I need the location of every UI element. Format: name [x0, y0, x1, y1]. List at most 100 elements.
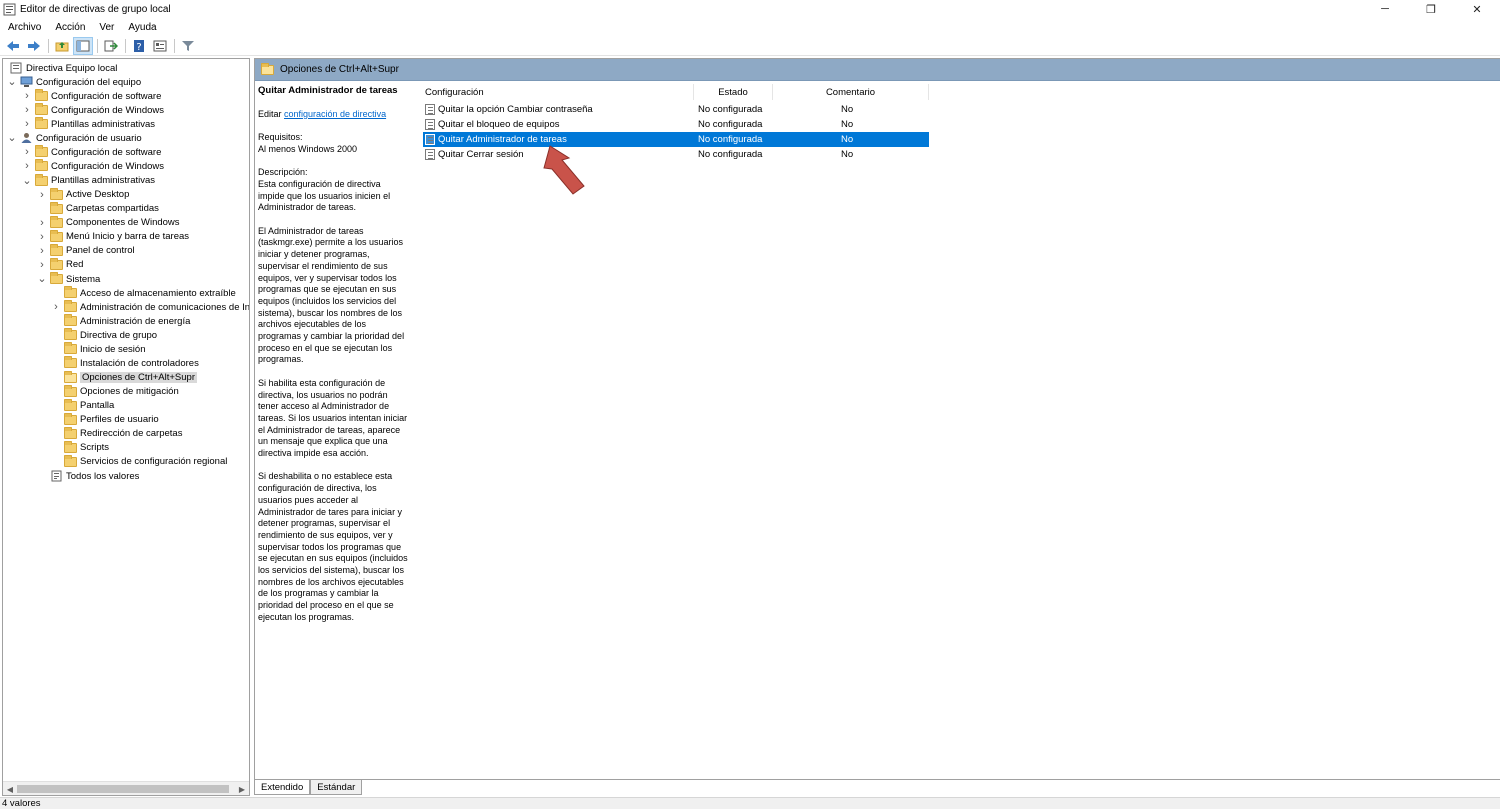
tree-item[interactable]: › Componentes de Windows — [37, 215, 180, 230]
tree-item[interactable]: ⌄ Configuración de usuario — [7, 131, 142, 145]
tree-item[interactable]: › Active Desktop — [37, 187, 129, 202]
tree-item[interactable]: ⌄ Configuración del equipo — [7, 75, 141, 89]
tree-item[interactable]: › Administración de comunicaciones de In — [51, 300, 249, 314]
chevron-right-icon[interactable]: › — [22, 89, 32, 103]
column-header-comentario[interactable]: Comentario — [773, 84, 928, 100]
tree-item[interactable]: › Red — [37, 257, 83, 272]
tree-item[interactable]: Servicios de configuración regional — [51, 454, 227, 469]
tree-item[interactable]: Directiva de grupo — [51, 328, 157, 342]
menu-ver[interactable]: Ver — [91, 22, 120, 33]
scroll-left-icon[interactable]: ◀ — [4, 783, 16, 795]
menu-accion[interactable]: Acción — [47, 22, 91, 33]
tree-item[interactable]: Instalación de controladores — [51, 356, 199, 370]
help-button[interactable]: ? — [129, 37, 149, 55]
menu-ayuda[interactable]: Ayuda — [120, 22, 162, 33]
scrollbar-thumb[interactable] — [17, 785, 229, 793]
tree-item[interactable]: Perfiles de usuario — [51, 412, 159, 427]
tree-item-label: Plantillas administrativas — [51, 118, 156, 130]
chevron-right-icon[interactable]: › — [37, 230, 47, 244]
chevron-right-icon[interactable]: › — [37, 216, 47, 230]
gpedit-icon — [2, 2, 16, 16]
tree-item[interactable]: Opciones de Ctrl+Alt+Supr — [51, 370, 198, 385]
chevron-right-icon[interactable]: › — [37, 244, 47, 258]
chevron-right-icon[interactable]: › — [22, 145, 32, 159]
properties-button[interactable] — [150, 37, 170, 55]
minimize-button[interactable]: ─ — [1362, 0, 1408, 18]
tree-item[interactable]: Scripts — [51, 440, 109, 455]
scroll-right-icon[interactable]: ▶ — [236, 783, 248, 795]
column-divider[interactable] — [928, 84, 929, 100]
tab-estandar[interactable]: Estándar — [310, 780, 363, 795]
tree-item[interactable]: › Configuración de software — [22, 145, 161, 159]
tree-item[interactable]: Inicio de sesión — [51, 342, 145, 356]
toolbar: ? — [0, 36, 1500, 56]
tree-item[interactable]: ⌄ Plantillas administrativas — [22, 173, 155, 188]
chevron-down-icon[interactable]: ⌄ — [22, 174, 32, 188]
policy-row[interactable]: Quitar el bloqueo de equipos No configura… — [423, 117, 929, 132]
folder-icon — [63, 328, 77, 341]
policy-name: Quitar el bloqueo de equipos — [438, 119, 560, 130]
chevron-right-icon[interactable]: › — [22, 117, 32, 131]
folder-header-title: Opciones de Ctrl+Alt+Supr — [280, 64, 399, 75]
chevron-right-icon[interactable]: › — [22, 159, 32, 173]
folder-icon — [34, 117, 48, 130]
tree-item-label: Opciones de mitigación — [80, 386, 179, 398]
tree-item[interactable]: Redirección de carpetas — [51, 426, 183, 441]
tab-extendido[interactable]: Extendido — [254, 780, 311, 795]
filter-button[interactable] — [178, 37, 198, 55]
edit-policy-link[interactable]: configuración de directiva — [284, 109, 386, 119]
folder-open-icon — [261, 62, 274, 75]
tree-item-label: Acceso de almacenamiento extraíble — [80, 287, 236, 299]
tree-item-label: Perfiles de usuario — [80, 414, 159, 426]
show-hide-tree-button[interactable] — [73, 36, 93, 55]
chevron-down-icon[interactable]: ⌄ — [7, 131, 17, 145]
tree-item[interactable]: › Configuración de Windows — [22, 103, 164, 117]
policy-row[interactable]: Quitar Cerrar sesión No configurada No — [423, 147, 929, 162]
tree-item[interactable]: Administración de energía — [51, 314, 190, 328]
menu-bar: Archivo Acción Ver Ayuda — [0, 18, 1500, 36]
chevron-right-icon[interactable]: › — [37, 188, 47, 202]
tree-item[interactable]: Todos los valores — [37, 469, 139, 483]
tree-item[interactable]: Opciones de mitigación — [51, 384, 179, 399]
console-tree[interactable]: Directiva Equipo local ⌄ Configuración del… — [2, 58, 250, 796]
chevron-right-icon[interactable]: › — [51, 300, 61, 314]
export-list-button[interactable] — [101, 37, 121, 55]
tree-horizontal-scrollbar[interactable]: ◀ ▶ — [3, 781, 249, 795]
chevron-right-icon[interactable]: › — [22, 103, 32, 117]
tree-item[interactable]: ⌄ Sistema — [37, 272, 100, 286]
tree-item-label: Redirección de carpetas — [80, 428, 183, 440]
up-folder-button[interactable] — [52, 37, 72, 55]
chevron-down-icon[interactable]: ⌄ — [37, 272, 47, 286]
restore-button[interactable]: ❐ — [1408, 0, 1454, 18]
folder-icon — [63, 440, 77, 454]
tree-item[interactable]: Pantalla — [51, 398, 114, 413]
tree-item[interactable]: Directiva Equipo local — [7, 61, 117, 75]
tree-item-label: Instalación de controladores — [80, 357, 199, 369]
folder-icon — [63, 356, 77, 369]
up-folder-icon — [55, 41, 69, 51]
column-header-configuracion[interactable]: Configuración — [425, 84, 691, 100]
title-bar: Editor de directivas de grupo local ─ ❐ … — [0, 0, 1500, 18]
tree-item[interactable]: › Panel de control — [37, 243, 135, 258]
policy-row[interactable]: Quitar la opción Cambiar contraseña No co… — [423, 102, 929, 117]
chevron-right-icon[interactable]: › — [37, 258, 47, 272]
toolbar-separator — [97, 38, 98, 53]
tree-item[interactable]: › Plantillas administrativas — [22, 117, 155, 131]
tree-item-label: Configuración de usuario — [36, 132, 142, 144]
tree-item[interactable]: › Configuración de Windows — [22, 159, 164, 173]
chevron-down-icon[interactable]: ⌄ — [7, 75, 17, 89]
forward-button[interactable] — [24, 37, 44, 55]
close-button[interactable]: ✕ — [1454, 0, 1500, 18]
back-button[interactable] — [3, 37, 23, 55]
menu-archivo[interactable]: Archivo — [0, 22, 47, 33]
folder-icon — [34, 103, 48, 116]
policy-row[interactable]: Quitar Administrador de tareas No configu… — [423, 132, 929, 147]
tree-item[interactable]: › Configuración de software — [22, 89, 161, 103]
column-header-estado[interactable]: Estado — [694, 84, 772, 100]
tree-item[interactable]: › Menú Inicio y barra de tareas — [37, 229, 189, 244]
tree-item[interactable]: Carpetas compartidas — [37, 201, 159, 216]
edit-prefix: Editar — [258, 108, 285, 119]
folder-icon — [63, 384, 77, 398]
policy-state: No configurada — [698, 149, 763, 160]
tree-item[interactable]: Acceso de almacenamiento extraíble — [51, 286, 236, 300]
